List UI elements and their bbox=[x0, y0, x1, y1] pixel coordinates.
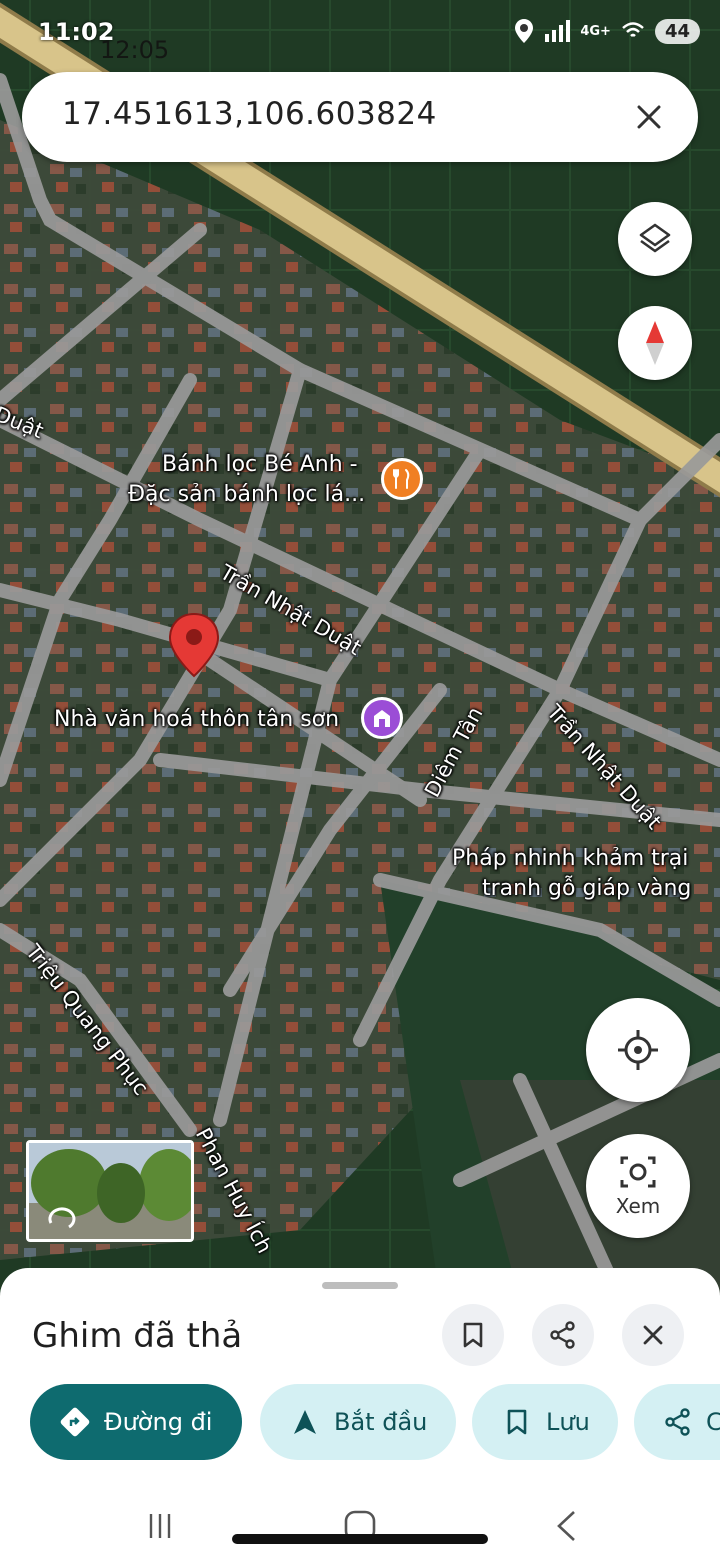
view-button-label: Xem bbox=[615, 1194, 661, 1218]
layers-button[interactable] bbox=[618, 202, 692, 276]
my-location-button[interactable] bbox=[586, 998, 690, 1102]
close-icon bbox=[637, 105, 661, 129]
start-label: Bắt đầu bbox=[334, 1408, 428, 1436]
poi-restaurant-label-1[interactable]: Bánh lọc Bé Anh - bbox=[162, 452, 358, 478]
directions-label: Đường đi bbox=[104, 1408, 213, 1436]
save-bookmark-button[interactable] bbox=[442, 1304, 504, 1366]
recent-apps-button[interactable] bbox=[140, 1506, 180, 1546]
back-icon bbox=[557, 1511, 575, 1541]
satellite-map bbox=[0, 0, 720, 1300]
map-view[interactable]: Bánh lọc Bé Anh - Đặc sản bánh lọc lá...… bbox=[0, 0, 720, 1300]
view-button[interactable]: Xem bbox=[586, 1134, 690, 1238]
poi-phap-label-2[interactable]: tranh gỗ giáp vàng bbox=[482, 876, 691, 902]
status-bar: 11:02 12:05 4G+ 44 bbox=[0, 14, 720, 64]
layers-icon bbox=[639, 223, 671, 253]
wifi-icon bbox=[622, 22, 644, 37]
status-icons: 4G+ 44 bbox=[514, 18, 700, 44]
bookmark-icon bbox=[463, 1322, 483, 1348]
poi-restaurant-label-2[interactable]: Đặc sản bánh lọc lá... bbox=[128, 482, 365, 508]
share-icon bbox=[550, 1321, 575, 1349]
sheet-title: Ghim đã thả bbox=[32, 1316, 243, 1356]
compass-button[interactable] bbox=[618, 306, 692, 380]
share-label: C bbox=[706, 1408, 720, 1436]
save-label: Lưu bbox=[546, 1408, 590, 1436]
clear-search-button[interactable] bbox=[626, 94, 672, 140]
search-input[interactable]: 17.451613,106.603824 bbox=[62, 96, 437, 132]
poi-phap-label-1[interactable]: Pháp nhinh khảm trại bbox=[452, 846, 688, 872]
poi-culture-house-label[interactable]: Nhà văn hoá thôn tân sơn bbox=[54, 707, 339, 733]
restaurant-icon[interactable] bbox=[381, 458, 423, 500]
compass-icon bbox=[646, 321, 664, 365]
fork-knife-glyph bbox=[393, 469, 410, 489]
close-sheet-button[interactable] bbox=[622, 1304, 684, 1366]
status-time-overlay: 12:05 bbox=[100, 36, 170, 64]
crosshair-icon bbox=[618, 1030, 658, 1070]
lens-camera-icon bbox=[620, 1156, 656, 1188]
signal-icon bbox=[545, 20, 571, 42]
network-type: 4G+ bbox=[580, 23, 611, 39]
share-chip[interactable]: C bbox=[634, 1384, 720, 1460]
share-icon bbox=[664, 1407, 692, 1437]
directions-chip[interactable]: Đường đi bbox=[30, 1384, 242, 1460]
close-icon bbox=[643, 1325, 663, 1345]
share-button[interactable] bbox=[532, 1304, 594, 1366]
street-view-thumbnail[interactable] bbox=[26, 1140, 194, 1242]
gesture-bar[interactable] bbox=[232, 1534, 488, 1544]
back-button[interactable] bbox=[546, 1506, 586, 1546]
culture-house-icon[interactable] bbox=[361, 697, 403, 739]
action-chip-row: Đường đi Bắt đầu Lưu C bbox=[0, 1384, 720, 1464]
drag-handle[interactable] bbox=[322, 1282, 398, 1289]
start-chip[interactable]: Bắt đầu bbox=[260, 1384, 456, 1460]
directions-icon bbox=[60, 1407, 90, 1437]
navigation-arrow-icon bbox=[290, 1407, 320, 1437]
system-nav-bar bbox=[0, 1488, 720, 1560]
building-glyph bbox=[374, 710, 390, 727]
location-icon bbox=[515, 19, 534, 43]
battery-indicator: 44 bbox=[654, 18, 700, 44]
bookmark-icon bbox=[502, 1407, 532, 1437]
place-bottom-sheet[interactable]: Ghim đã thả Đường đi Bắt đầu Lưu C bbox=[0, 1268, 720, 1560]
save-chip[interactable]: Lưu bbox=[472, 1384, 618, 1460]
search-bar[interactable]: 17.451613,106.603824 bbox=[22, 72, 698, 162]
street-view-image bbox=[29, 1143, 191, 1239]
dropped-pin-icon[interactable] bbox=[168, 612, 220, 678]
recents-icon bbox=[149, 1514, 171, 1538]
